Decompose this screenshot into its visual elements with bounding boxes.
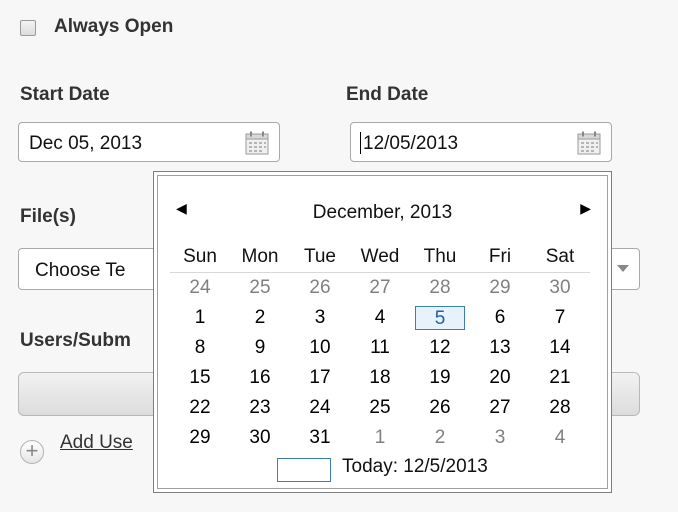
day-cell[interactable]: 2	[230, 303, 290, 333]
day-cell[interactable]: 27	[470, 393, 530, 423]
calendar-icon[interactable]	[245, 131, 269, 155]
day-cell[interactable]: 26	[290, 273, 350, 304]
calendar-week: 8 9 10 11 12 13 14	[170, 333, 590, 363]
day-cell[interactable]: 9	[230, 333, 290, 363]
day-cell[interactable]: 3	[470, 423, 530, 453]
day-cell[interactable]: 3	[290, 303, 350, 333]
calendar-week: 1 2 3 4 5 6 7	[170, 303, 590, 333]
day-cell[interactable]: 24	[290, 393, 350, 423]
always-open-label: Always Open	[54, 16, 174, 37]
day-cell[interactable]: 29	[470, 273, 530, 304]
day-cell[interactable]: 11	[350, 333, 410, 363]
files-label: File(s)	[20, 206, 76, 227]
date-picker-popup: ◀ ▶ December, 2013 Sun Mon Tue Wed Thu F…	[153, 171, 612, 493]
day-cell[interactable]: 16	[230, 363, 290, 393]
calendar-icon[interactable]	[577, 131, 601, 155]
day-cell[interactable]: 28	[410, 273, 470, 304]
start-date-label: Start Date	[20, 84, 110, 105]
end-date-value: 12/05/2013	[363, 133, 459, 154]
day-cell[interactable]: 4	[350, 303, 410, 333]
files-select-value: Choose Te	[35, 260, 126, 281]
day-cell[interactable]: 26	[410, 393, 470, 423]
end-date-label: End Date	[346, 84, 429, 105]
start-date-input[interactable]: Dec 05, 2013	[18, 122, 280, 162]
day-cell[interactable]: 19	[410, 363, 470, 393]
weekday-header: Sun	[170, 242, 230, 273]
always-open-checkbox[interactable]	[20, 20, 36, 36]
day-cell[interactable]: 18	[350, 363, 410, 393]
selected-day[interactable]: 5	[415, 306, 465, 330]
today-marker[interactable]	[277, 458, 331, 482]
day-cell[interactable]: 20	[470, 363, 530, 393]
day-cell[interactable]: 22	[170, 393, 230, 423]
weekday-header: Wed	[350, 242, 410, 273]
weekday-header: Thu	[410, 242, 470, 273]
weekday-header: Sat	[530, 242, 590, 273]
day-cell[interactable]: 23	[230, 393, 290, 423]
day-cell[interactable]: 10	[290, 333, 350, 363]
day-cell[interactable]: 17	[290, 363, 350, 393]
day-cell[interactable]: 7	[530, 303, 590, 333]
day-cell[interactable]: 21	[530, 363, 590, 393]
day-cell[interactable]: 29	[170, 423, 230, 453]
calendar-grid: Sun Mon Tue Wed Thu Fri Sat 24 25 26 27 …	[170, 242, 590, 453]
chevron-down-icon	[617, 265, 629, 272]
selected-day-cell[interactable]: 5	[410, 303, 470, 333]
today-link[interactable]: Today: 12/5/2013	[342, 456, 488, 478]
day-cell[interactable]: 25	[230, 273, 290, 304]
day-cell[interactable]: 6	[470, 303, 530, 333]
calendar-week: 29 30 31 1 2 3 4	[170, 423, 590, 453]
day-cell[interactable]: 31	[290, 423, 350, 453]
day-cell[interactable]: 15	[170, 363, 230, 393]
weekday-header: Tue	[290, 242, 350, 273]
day-cell[interactable]: 2	[410, 423, 470, 453]
day-cell[interactable]: 1	[170, 303, 230, 333]
users-label: Users/Subm	[20, 330, 131, 351]
day-cell[interactable]: 14	[530, 333, 590, 363]
day-cell[interactable]: 1	[350, 423, 410, 453]
month-title: December, 2013	[312, 202, 453, 223]
day-cell[interactable]: 13	[470, 333, 530, 363]
calendar-week: 24 25 26 27 28 29 30	[170, 273, 590, 304]
weekday-header: Mon	[230, 242, 290, 273]
end-date-input[interactable]: 12/05/2013	[350, 122, 612, 162]
day-cell[interactable]: 30	[230, 423, 290, 453]
day-cell[interactable]: 30	[530, 273, 590, 304]
day-cell[interactable]: 24	[170, 273, 230, 304]
calendar-week: 22 23 24 25 26 27 28	[170, 393, 590, 423]
start-date-value: Dec 05, 2013	[29, 133, 143, 154]
add-user-link[interactable]: Add Use	[60, 432, 133, 454]
day-cell[interactable]: 27	[350, 273, 410, 304]
day-cell[interactable]: 28	[530, 393, 590, 423]
day-cell[interactable]: 12	[410, 333, 470, 363]
weekday-header: Fri	[470, 242, 530, 273]
add-icon[interactable]: +	[20, 440, 44, 464]
day-cell[interactable]: 25	[350, 393, 410, 423]
day-cell[interactable]: 8	[170, 333, 230, 363]
day-cell[interactable]: 4	[530, 423, 590, 453]
calendar-week: 15 16 17 18 19 20 21	[170, 363, 590, 393]
text-caret	[360, 132, 361, 154]
